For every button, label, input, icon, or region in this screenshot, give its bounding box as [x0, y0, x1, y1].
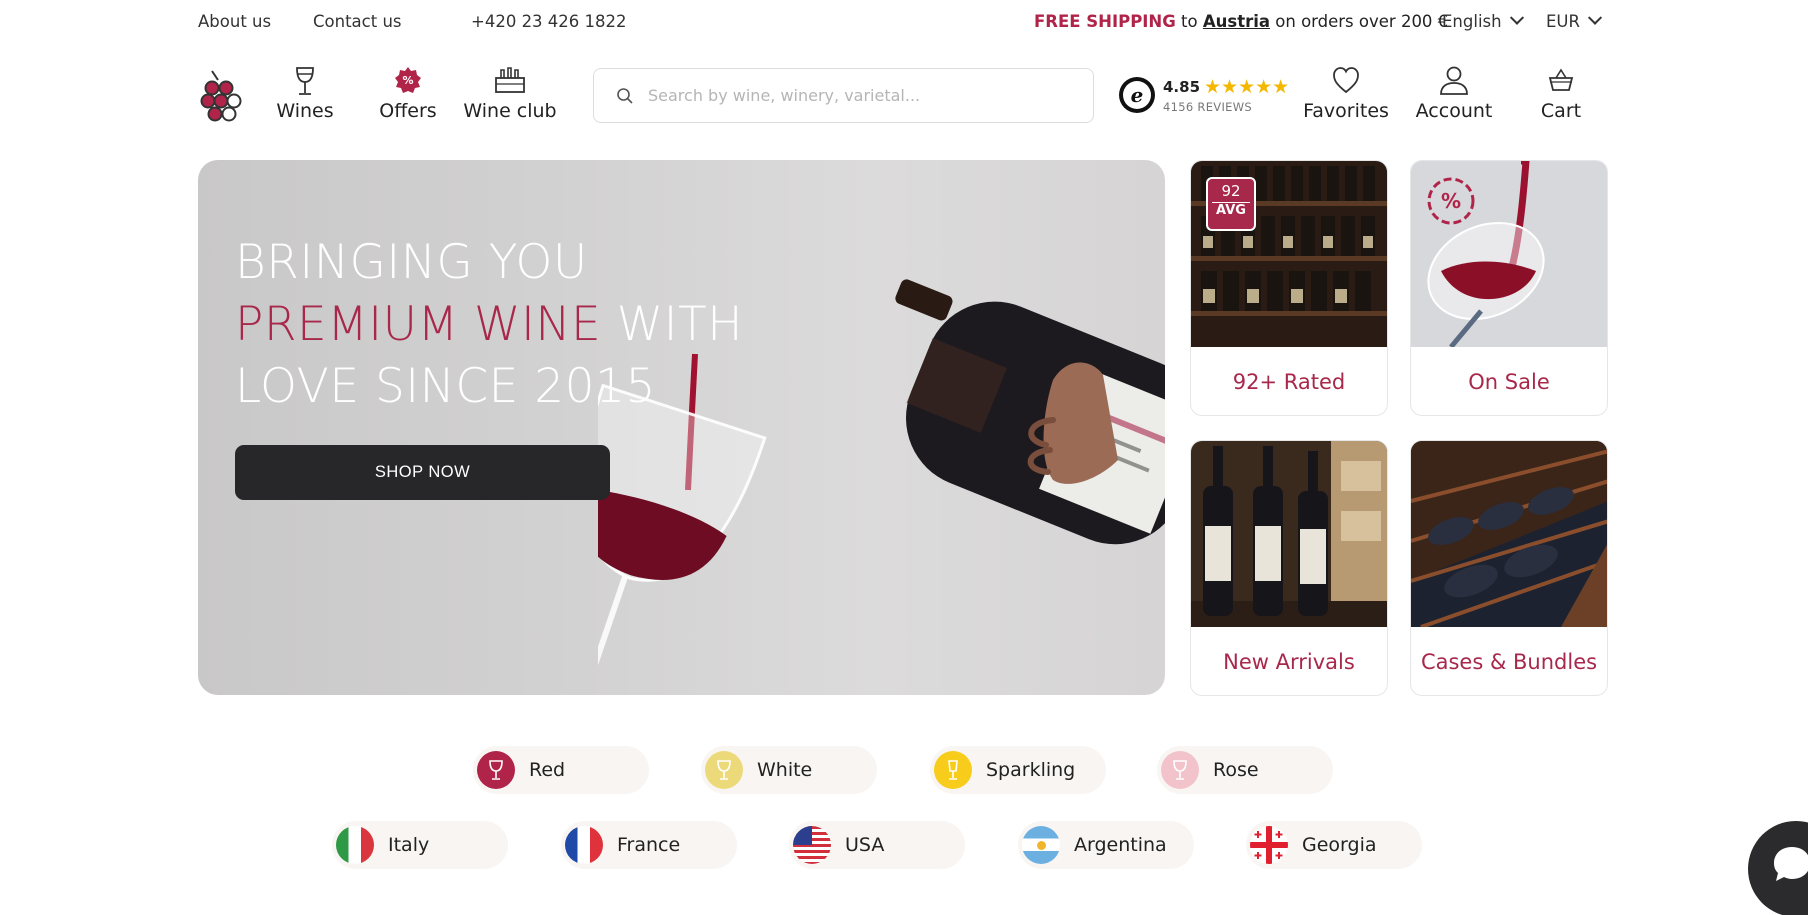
rating-stars: ★★★★★ — [1204, 76, 1290, 98]
chip-label: USA — [845, 834, 885, 856]
chip-italy[interactable]: Italy — [332, 821, 508, 869]
rose-wine-glass-icon — [1161, 751, 1199, 789]
percent-badge-icon: % — [1441, 189, 1461, 213]
wine-glass-icon — [296, 67, 314, 95]
chip-label: White — [757, 759, 813, 781]
language-selector[interactable]: English — [1442, 10, 1524, 31]
georgia-flag-icon — [1250, 826, 1288, 864]
logo[interactable] — [200, 68, 242, 128]
search-input[interactable] — [648, 86, 1068, 105]
chip-argentina[interactable]: Argentina — [1018, 821, 1194, 869]
chip-label: Red — [529, 759, 566, 781]
chip-label: Georgia — [1302, 834, 1377, 856]
shipping-country-link[interactable]: Austria — [1203, 12, 1270, 31]
chip-label: Argentina — [1074, 834, 1167, 856]
usa-flag-icon — [793, 826, 831, 864]
contact-us-link[interactable]: Contact us — [313, 12, 402, 31]
discount-badge-icon: % — [395, 67, 421, 93]
hero-line-3: LOVE SINCE 2015 — [235, 359, 656, 414]
tile-label: New Arrivals — [1223, 650, 1355, 674]
user-icon — [1440, 66, 1468, 95]
chat-button[interactable] — [1748, 821, 1808, 915]
currency-selector[interactable]: EUR — [1546, 10, 1603, 31]
rating-badge: 92 AVG — [1206, 177, 1256, 231]
svg-text:%: % — [402, 74, 413, 87]
france-flag-icon — [565, 826, 603, 864]
shop-now-button[interactable]: SHOP NOW — [235, 445, 610, 500]
wine-glass-splash-image: % — [1411, 161, 1607, 347]
grape-logo-icon — [200, 70, 242, 122]
nav-wine-club[interactable]: Wine club — [463, 66, 557, 122]
currency-value: EUR — [1546, 12, 1580, 31]
nav-offers[interactable]: % Offers — [378, 66, 438, 122]
tile-label: Cases & Bundles — [1420, 650, 1598, 674]
chip-label: France — [617, 834, 681, 856]
wine-bottles-image — [1191, 441, 1387, 627]
white-wine-glass-icon — [705, 751, 743, 789]
red-wine-glass-icon — [477, 751, 515, 789]
chip-label: Sparkling — [986, 759, 1076, 781]
ekomi-rating[interactable]: e 4.85 ★★★★★ 4156 REVIEWS — [1119, 76, 1289, 114]
rating-badge-number: 92 — [1221, 182, 1241, 200]
chip-label: Italy — [388, 834, 430, 856]
nav-wine-club-label: Wine club — [463, 100, 557, 122]
basket-icon — [1548, 68, 1574, 91]
tile-label: 92+ Rated — [1232, 370, 1346, 394]
chat-bubble-icon — [1774, 847, 1808, 881]
tile-new-arrivals[interactable]: New Arrivals — [1190, 440, 1388, 696]
shipping-highlight: FREE SHIPPING — [1034, 12, 1176, 31]
hero-line-1: BRINGING YOU — [235, 235, 588, 290]
hero-line-2-rest: WITH — [616, 297, 744, 352]
rating-reviews-count: 4156 REVIEWS — [1163, 100, 1252, 114]
chip-georgia[interactable]: Georgia — [1246, 821, 1422, 869]
tile-cases-bundles[interactable]: Cases & Bundles — [1410, 440, 1608, 696]
tile-92-rated[interactable]: 92 AVG 92+ Rated — [1190, 160, 1388, 416]
shipping-condition: on orders over 200 € — [1275, 12, 1449, 31]
search-bar[interactable] — [593, 68, 1094, 123]
hero-line-2-accent: PREMIUM WINE — [235, 297, 602, 352]
ekomi-logo-icon: e — [1119, 77, 1155, 113]
sparkling-glass-icon — [934, 751, 972, 789]
wine-case-bottles-image — [1411, 441, 1607, 627]
chip-label: Rose — [1213, 759, 1259, 781]
italy-flag-icon — [336, 826, 374, 864]
rating-score: 4.85 — [1163, 78, 1201, 96]
language-value: English — [1442, 12, 1502, 31]
nav-favorites[interactable]: Favorites — [1303, 66, 1389, 122]
shipping-notice: FREE SHIPPING to Austria on orders over … — [1034, 12, 1448, 31]
nav-offers-label: Offers — [379, 100, 437, 122]
nav-wines[interactable]: Wines — [276, 66, 334, 122]
nav-account-label: Account — [1415, 100, 1493, 122]
wine-case-icon — [495, 67, 525, 93]
argentina-flag-icon — [1022, 826, 1060, 864]
shipping-to: to — [1181, 12, 1198, 31]
tile-on-sale[interactable]: % On Sale — [1410, 160, 1608, 416]
rating-text: 4.85 ★★★★★ 4156 REVIEWS — [1163, 76, 1289, 114]
search-icon — [617, 87, 633, 104]
top-bar: About us Contact us +420 23 426 1822 FRE… — [0, 0, 1808, 46]
heart-icon — [1333, 67, 1359, 94]
chip-usa[interactable]: USA — [789, 821, 965, 869]
chip-sparkling[interactable]: Sparkling — [930, 746, 1106, 794]
chip-red[interactable]: Red — [473, 746, 649, 794]
chip-white[interactable]: White — [701, 746, 877, 794]
hero-banner: BRINGING YOU PREMIUM WINE WITH LOVE SINC… — [198, 160, 1165, 695]
nav-cart[interactable]: Cart — [1530, 66, 1592, 122]
about-us-link[interactable]: About us — [198, 12, 271, 31]
rating-badge-text: AVG — [1212, 202, 1250, 218]
chevron-down-icon — [1509, 10, 1524, 25]
chevron-down-icon — [1587, 10, 1603, 25]
nav-wines-label: Wines — [276, 100, 334, 122]
phone-link[interactable]: +420 23 426 1822 — [471, 12, 627, 31]
nav-cart-label: Cart — [1540, 100, 1582, 122]
hero-headline: BRINGING YOU PREMIUM WINE WITH LOVE SINC… — [235, 232, 743, 418]
nav-account[interactable]: Account — [1414, 66, 1494, 122]
chip-france[interactable]: France — [561, 821, 737, 869]
nav-favorites-label: Favorites — [1303, 100, 1389, 122]
chip-rose[interactable]: Rose — [1157, 746, 1333, 794]
tile-label: On Sale — [1468, 370, 1550, 394]
